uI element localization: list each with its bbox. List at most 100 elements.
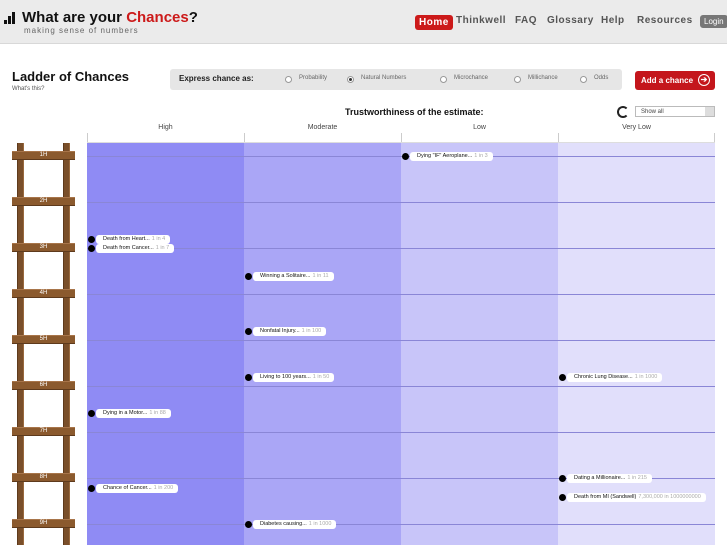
trust-title: Trustworthiness of the estimate: (345, 107, 484, 117)
chance-value: 1 in 1000 (308, 521, 332, 527)
chance-dot-icon (88, 410, 95, 417)
radio-millichance-label[interactable]: Millichance (528, 75, 558, 81)
chance-value: 1 in 4 (151, 236, 166, 242)
chance-label: Diabetes causing... (260, 521, 307, 527)
chance-label: Winning a Solitaire... (260, 273, 311, 279)
chance-label: Death from MI (Sandwell) (574, 494, 637, 500)
radio-microchance-label[interactable]: Microchance (454, 75, 488, 81)
chance-pill[interactable]: Nonfatal Injury... 1 in 100 (253, 327, 327, 336)
nav-faq[interactable]: FAQ (515, 15, 537, 26)
chance-label: Living to 100 years... (260, 374, 311, 380)
ladder-rung-6h: 6H (12, 381, 75, 390)
chance-label: Death from Cancer... (103, 245, 154, 251)
rung-line-1h (87, 156, 715, 157)
chance-pill[interactable]: Death from Heart... 1 in 4 (96, 235, 171, 244)
chance-pill[interactable]: Dying "IF" Aeroplane... 1 in 3 (410, 152, 493, 161)
chance-pill[interactable]: Death from MI (Sandwell) 7,300,000 in 100… (567, 493, 706, 502)
add-chance-label: Add a chance (641, 76, 694, 85)
site-tagline: making sense of numbers (24, 26, 139, 35)
site-title-prefix: What are your (22, 9, 127, 26)
ladder-rung-2h: 2H (12, 197, 75, 206)
site-title-accent: Chances (126, 9, 189, 26)
chance-dot-icon (245, 521, 252, 528)
nav-help[interactable]: Help (601, 15, 625, 26)
chance-dot-icon (88, 236, 95, 243)
chance-pill[interactable]: Dying in a Motor... 1 in 88 (96, 409, 171, 418)
column-header-very-low: Very Low (622, 124, 651, 131)
chance-label: Chance of Cancer... (103, 485, 152, 491)
rung-line-9h (87, 524, 715, 525)
chance-value: 1 in 100 (301, 328, 322, 334)
site-header: What are your Chances? making sense of n… (0, 0, 727, 44)
chance-pill[interactable]: Chronic Lung Disease... 1 in 1000 (567, 373, 663, 382)
rung-line-4h (87, 294, 715, 295)
chance-value: 1 in 3 (474, 153, 488, 159)
express-label: Express chance as: (179, 74, 254, 83)
rung-line-7h (87, 432, 715, 433)
radio-probability-label[interactable]: Probability (299, 75, 327, 81)
whats-this-link[interactable]: What's this? (12, 86, 45, 92)
chance-label: Dying in a Motor... (103, 410, 148, 416)
column-very-low (558, 143, 715, 545)
chance-dot-icon (88, 245, 95, 252)
chance-pill[interactable]: Death from Cancer... 1 in 7 (96, 244, 175, 253)
chance-dot-icon (245, 374, 252, 381)
chance-value: 1 in 1000 (634, 374, 658, 380)
rung-line-6h (87, 386, 715, 387)
chance-dot-icon (245, 328, 252, 335)
ladder-rung-8h: 8H (12, 473, 75, 482)
chance-dot-icon (402, 153, 409, 160)
nav-thinkwell[interactable]: Thinkwell (456, 15, 506, 26)
radio-microchance[interactable] (440, 76, 447, 83)
ladder-rung-1h: 1H (12, 151, 75, 160)
loading-spinner-icon (617, 106, 629, 118)
chance-pill[interactable]: Winning a Solitaire... 1 in 11 (253, 272, 334, 281)
chance-dot-icon (245, 273, 252, 280)
radio-natural-numbers[interactable] (347, 76, 354, 83)
add-chance-button[interactable]: Add a chance ➔ (635, 71, 715, 90)
chance-label: Chronic Lung Disease... (574, 374, 633, 380)
nav-home[interactable]: Home (415, 15, 453, 30)
trust-filter-value: Show all (641, 109, 664, 115)
ladder-rung-3h: 3H (12, 243, 75, 252)
site-title[interactable]: What are your Chances? (22, 9, 198, 26)
chance-pill[interactable]: Chance of Cancer... 1 in 200 (96, 484, 179, 493)
chance-label: Nonfatal Injury... (260, 328, 300, 334)
radio-odds[interactable] (580, 76, 587, 83)
radio-odds-label[interactable]: Odds (594, 75, 608, 81)
radio-millichance[interactable] (514, 76, 521, 83)
chance-value: 1 in 11 (312, 273, 329, 279)
nav-resources[interactable]: Resources (637, 15, 693, 26)
chance-dot-icon (88, 485, 95, 492)
page-title: Ladder of Chances (12, 69, 130, 84)
column-moderate (244, 143, 401, 545)
chance-value: 7,300,000 in 1000000000 (638, 494, 701, 500)
chance-label: Dating a Millionaire... (574, 475, 626, 481)
ladder-rung-7h: 7H (12, 427, 75, 436)
chevron-down-icon (705, 107, 714, 116)
chance-value: 1 in 215 (627, 475, 647, 481)
radio-probability[interactable] (285, 76, 292, 83)
chance-dot-icon (559, 475, 566, 482)
express-chance-bar: Express chance as: Probability Natural N… (170, 69, 622, 90)
radio-natural-numbers-label[interactable]: Natural Numbers (361, 75, 406, 81)
ladder-rung-4h: 4H (12, 289, 75, 298)
chance-pill[interactable]: Dating a Millionaire... 1 in 215 (567, 474, 652, 483)
chance-pill[interactable]: Diabetes causing... 1 in 1000 (253, 520, 337, 529)
chance-pill[interactable]: Living to 100 years... 1 in 50 (253, 373, 335, 382)
rung-line-2h (87, 202, 715, 203)
chance-label: Death from Heart... (103, 236, 150, 242)
login-button[interactable]: Login (700, 15, 727, 28)
rung-line-5h (87, 340, 715, 341)
chance-value: 1 in 7 (155, 245, 170, 251)
rung-line-3h (87, 248, 715, 249)
ladder-rung-9h: 9H (12, 519, 75, 528)
chance-value: 1 in 88 (149, 410, 166, 416)
nav-glossary[interactable]: Glossary (547, 15, 594, 26)
arrow-right-icon: ➔ (698, 74, 710, 86)
chance-value: 1 in 50 (312, 374, 330, 380)
logo-bars-icon (4, 12, 18, 24)
chance-value: 1 in 200 (153, 485, 174, 491)
trust-filter-select[interactable]: Show all (635, 106, 715, 117)
chance-dot-icon (559, 374, 566, 381)
